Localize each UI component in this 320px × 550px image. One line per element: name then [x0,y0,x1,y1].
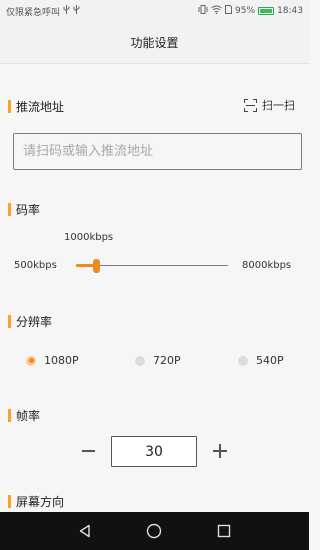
framerate-value[interactable]: 30 [111,436,197,467]
usb-icon [73,5,80,17]
resolution-option-540p[interactable]: 540P [238,354,284,367]
system-nav-bar [0,512,309,550]
battery-icon [258,7,275,15]
nav-back-button[interactable] [75,521,95,541]
section-marker [8,100,11,113]
section-orientation: 屏幕方向 [8,493,64,510]
framerate-value-text: 30 [145,443,163,460]
vibrate-icon [198,5,208,17]
section-marker [8,315,11,328]
sim-icon [225,5,233,17]
bitrate-current-value: 1000kbps [64,232,114,243]
resolution-option-1080p[interactable]: 1080P [26,354,79,367]
scan-button[interactable]: 扫一扫 [244,97,295,113]
section-marker [8,203,11,216]
section-title-bitrate: 码率 [16,203,41,217]
radio-indicator [238,355,248,366]
section-marker [8,409,11,422]
push-url-input[interactable] [13,133,302,170]
radio-label: 1080P [44,354,79,367]
radio-label: 720P [153,354,181,367]
wifi-icon [211,5,222,17]
radio-indicator [26,355,36,366]
nav-recents-button[interactable] [214,521,234,541]
resolution-option-720p[interactable]: 720P [135,354,181,367]
section-bitrate: 码率 [8,201,40,218]
usb-icon [63,5,70,17]
framerate-decrement-button[interactable] [80,440,96,462]
bitrate-max-label: 8000kbps [242,260,292,271]
section-title-resolution: 分辨率 [16,315,53,329]
home-circle-icon [147,523,162,539]
clock: 18:43 [277,6,303,16]
section-push-url: 推流地址 [8,98,64,115]
status-bar: 仅限紧急呼叫 95% 18:43 [0,0,309,22]
section-resolution: 分辨率 [8,313,52,330]
recents-square-icon [217,524,231,538]
scan-label: 扫一扫 [262,99,295,112]
framerate-increment-button[interactable] [212,440,228,462]
section-marker [8,495,11,508]
section-title-orientation: 屏幕方向 [16,495,65,509]
scan-icon [244,98,257,112]
slider-thumb[interactable] [93,259,100,273]
page-title: 功能设置 [130,36,179,50]
section-title-push-url: 推流地址 [16,100,65,114]
bitrate-min-label: 500kbps [14,260,57,271]
section-framerate: 帧率 [8,407,40,424]
radio-label: 540P [256,354,284,367]
bitrate-slider[interactable] [76,257,228,275]
radio-indicator [135,355,145,366]
back-triangle-icon [79,524,90,538]
carrier-text: 仅限紧急呼叫 [6,7,61,18]
section-title-framerate: 帧率 [16,409,41,423]
nav-home-button[interactable] [144,521,164,541]
page-header: 功能设置 [0,22,309,64]
battery-percent: 95% [235,6,256,16]
